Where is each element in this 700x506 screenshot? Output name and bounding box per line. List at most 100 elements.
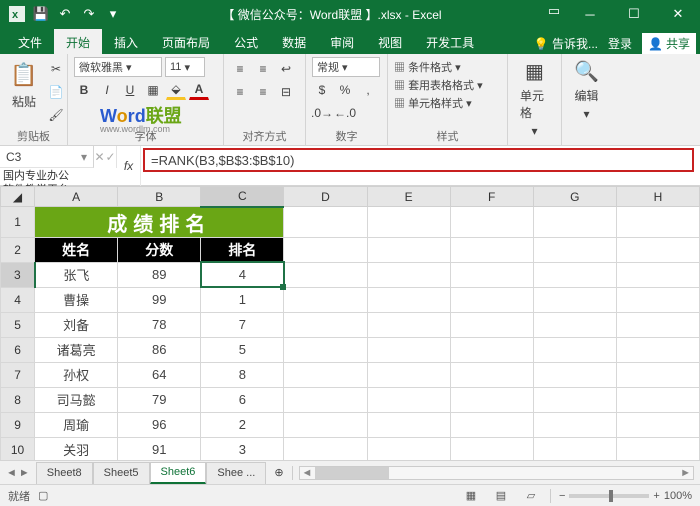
row-header[interactable]: 8 — [1, 387, 35, 412]
redo-button[interactable]: ↷ — [78, 3, 100, 25]
cell[interactable]: 78 — [118, 312, 201, 337]
cell[interactable]: 曹操 — [35, 287, 118, 312]
cell[interactable]: 司马懿 — [35, 387, 118, 412]
cell[interactable]: 86 — [118, 337, 201, 362]
macro-record-icon[interactable]: ▢ — [38, 489, 48, 502]
cell[interactable]: 79 — [118, 387, 201, 412]
cell[interactable]: 张飞 — [35, 262, 118, 287]
cell[interactable]: 6 — [201, 387, 284, 412]
col-header-e[interactable]: E — [367, 187, 450, 207]
tab-review[interactable]: 审阅 — [318, 29, 366, 54]
share-button[interactable]: 👤 共享 — [642, 33, 696, 54]
row-header[interactable]: 3 — [1, 262, 35, 287]
new-sheet-button[interactable]: ⊕ — [266, 466, 291, 479]
row-header[interactable]: 5 — [1, 312, 35, 337]
tab-data[interactable]: 数据 — [270, 29, 318, 54]
tab-file[interactable]: 文件 — [6, 29, 54, 54]
cell[interactable]: 7 — [201, 312, 284, 337]
tab-insert[interactable]: 插入 — [102, 29, 150, 54]
cell[interactable]: 96 — [118, 412, 201, 437]
cell-style-button[interactable]: ▦ 单元格样式 ▾ — [394, 95, 472, 111]
col-header-g[interactable]: G — [533, 187, 616, 207]
italic-button[interactable]: I — [97, 80, 117, 100]
format-painter-button[interactable]: 🖌 — [46, 105, 66, 125]
row-header[interactable]: 4 — [1, 287, 35, 312]
font-size-select[interactable]: 11 ▾ — [165, 57, 205, 77]
header-cell[interactable]: 姓名 — [35, 237, 118, 262]
fill-color-button[interactable]: ⬙ — [166, 80, 186, 100]
decrease-decimal-button[interactable]: ←.0 — [335, 103, 355, 123]
tell-me[interactable]: 💡 告诉我... — [534, 35, 598, 52]
sheet-tab[interactable]: Sheet5 — [93, 462, 150, 484]
title-cell[interactable]: 成绩排名 — [35, 207, 284, 238]
cells-button[interactable]: ▦单元格▾ — [514, 57, 555, 140]
cell[interactable]: 5 — [201, 337, 284, 362]
cell[interactable]: 89 — [118, 262, 201, 287]
comma-button[interactable]: , — [358, 80, 378, 100]
align-center-button[interactable]: ≡ — [253, 82, 273, 102]
tab-home[interactable]: 开始 — [54, 29, 102, 54]
font-name-select[interactable]: 微软雅黑 ▾ — [74, 57, 162, 77]
cut-button[interactable]: ✂ — [46, 59, 66, 79]
normal-view-button[interactable]: ▦ — [460, 488, 482, 504]
sheet-tab[interactable]: Sheet8 — [36, 462, 93, 484]
save-button[interactable]: 💾 — [30, 3, 52, 25]
cell[interactable]: 99 — [118, 287, 201, 312]
merge-button[interactable]: ⊟ — [276, 82, 296, 102]
cell[interactable]: 3 — [201, 437, 284, 460]
col-header-f[interactable]: F — [450, 187, 533, 207]
header-cell[interactable]: 排名 — [201, 237, 284, 262]
tab-view[interactable]: 视图 — [366, 29, 414, 54]
underline-button[interactable]: U — [120, 80, 140, 100]
percent-button[interactable]: % — [335, 80, 355, 100]
cell[interactable]: 91 — [118, 437, 201, 460]
login-link[interactable]: 登录 — [608, 35, 632, 52]
sheet-tab[interactable]: Shee ... — [206, 462, 266, 484]
col-header-d[interactable]: D — [284, 187, 367, 207]
zoom-slider[interactable] — [569, 494, 649, 498]
tab-developer[interactable]: 开发工具 — [414, 29, 486, 54]
undo-button[interactable]: ↶ — [54, 3, 76, 25]
editing-button[interactable]: 🔍编辑▾ — [568, 57, 605, 123]
font-color-button[interactable]: A — [189, 80, 209, 100]
row-header[interactable]: 2 — [1, 237, 35, 262]
sheet-tab[interactable]: Sheet6 — [150, 462, 207, 484]
cancel-formula-button[interactable]: ✕ — [94, 146, 105, 168]
border-button[interactable]: ▦ — [143, 80, 163, 100]
maximize-button[interactable]: ☐ — [612, 0, 656, 28]
header-cell[interactable]: 分数 — [118, 237, 201, 262]
cell[interactable]: 周瑜 — [35, 412, 118, 437]
currency-button[interactable]: $ — [312, 80, 332, 100]
row-header[interactable]: 9 — [1, 412, 35, 437]
row-header[interactable]: 6 — [1, 337, 35, 362]
cell[interactable]: 刘备 — [35, 312, 118, 337]
row-header[interactable]: 1 — [1, 207, 35, 238]
qat-dropdown[interactable]: ▾ — [102, 3, 124, 25]
ribbon-options-icon[interactable]: ▭ — [540, 0, 568, 22]
tab-layout[interactable]: 页面布局 — [150, 29, 222, 54]
horizontal-scrollbar[interactable]: ◄► — [299, 466, 694, 480]
name-box[interactable]: C3▾ — [0, 146, 94, 168]
close-button[interactable]: ✕ — [656, 0, 700, 28]
sheet-nav-prev[interactable]: ◄ — [6, 467, 17, 479]
excel-icon[interactable]: x — [6, 3, 28, 25]
row-header[interactable]: 10 — [1, 437, 35, 460]
col-header-a[interactable]: A — [35, 187, 118, 207]
cell[interactable]: 孙权 — [35, 362, 118, 387]
copy-button[interactable]: 📄 — [46, 82, 66, 102]
cell[interactable]: 1 — [201, 287, 284, 312]
cell[interactable]: 2 — [201, 412, 284, 437]
increase-decimal-button[interactable]: .0→ — [312, 103, 332, 123]
align-left-button[interactable]: ≡ — [230, 82, 250, 102]
number-format-select[interactable]: 常规 ▾ — [312, 57, 380, 77]
sheet-nav-next[interactable]: ► — [19, 467, 30, 479]
conditional-format-button[interactable]: ▦ 条件格式 ▾ — [394, 59, 461, 75]
select-all-corner[interactable]: ◢ — [1, 187, 35, 207]
paste-button[interactable]: 📋 粘贴 — [6, 57, 42, 112]
align-middle-button[interactable]: ≡ — [253, 59, 273, 79]
row-header[interactable]: 7 — [1, 362, 35, 387]
col-header-b[interactable]: B — [118, 187, 201, 207]
page-layout-view-button[interactable]: ▤ — [490, 488, 512, 504]
bold-button[interactable]: B — [74, 80, 94, 100]
page-break-view-button[interactable]: ▱ — [520, 488, 542, 504]
